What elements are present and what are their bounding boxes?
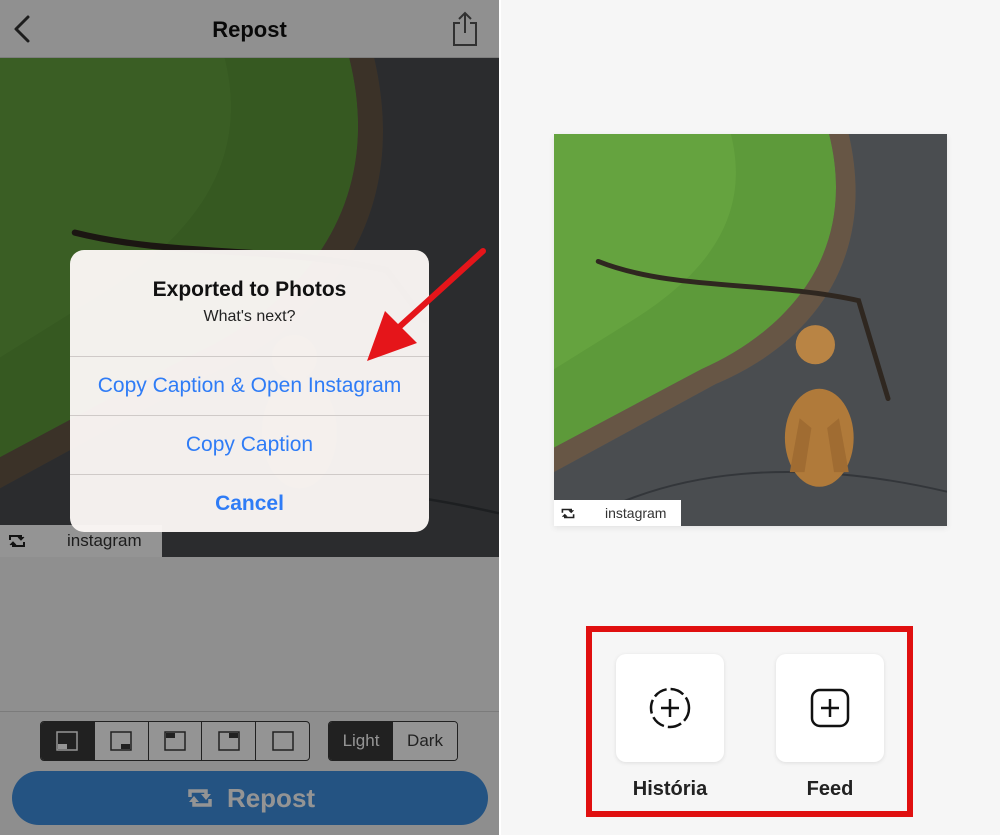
repost-app-screen: Repost instagram Light Dark Repost Expor… [0, 0, 499, 835]
credit-username: instagram [605, 505, 667, 521]
red-arrow-annotation [367, 248, 486, 361]
repost-credit-badge: instagram [554, 500, 681, 526]
story-share-button[interactable] [616, 654, 724, 762]
feed-add-icon [810, 688, 850, 728]
story-option-label: História [632, 778, 708, 800]
feed-option-label: Feed [806, 778, 854, 800]
instagram-share-screen: instagram História Feed [501, 0, 1000, 835]
shared-photo [554, 134, 947, 526]
repost-icon [554, 500, 582, 526]
cancel-button[interactable]: Cancel [70, 474, 429, 532]
story-add-icon [649, 687, 691, 729]
feed-share-button[interactable] [776, 654, 884, 762]
copy-caption-button[interactable]: Copy Caption [70, 415, 429, 474]
